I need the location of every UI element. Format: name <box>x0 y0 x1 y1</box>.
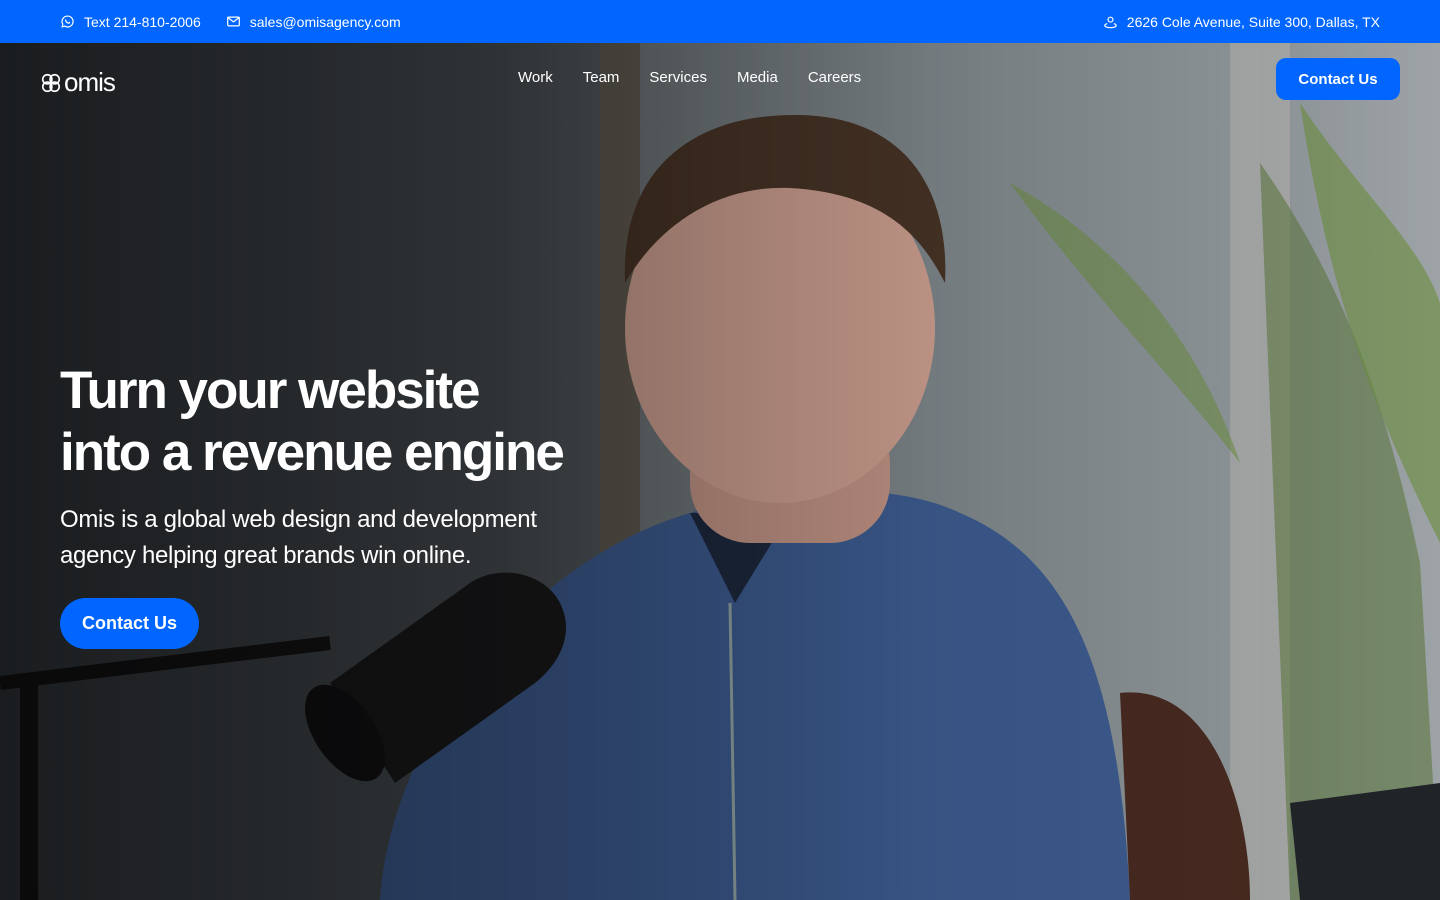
top-info-bar: Text 214-810-2006 sales@omisagency.com 2… <box>0 0 1440 43</box>
brand-name: omis <box>64 67 116 97</box>
hero-title: Turn your website into a revenue engine <box>60 360 620 484</box>
address-text: 2626 Cole Avenue, Suite 300, Dallas, TX <box>1126 13 1380 30</box>
nav-menu: Work Team Services Media Careers <box>503 69 876 86</box>
nav-item-team[interactable]: Team <box>568 69 635 86</box>
nav-item-services[interactable]: Services <box>634 69 722 86</box>
envelope-icon <box>226 16 240 27</box>
phone-contact[interactable]: Text 214-810-2006 <box>60 14 201 30</box>
hero-contact-button[interactable]: Contact Us <box>60 598 199 649</box>
brand-logo[interactable]: omis <box>40 67 116 98</box>
nav-item-careers[interactable]: Careers <box>793 69 876 86</box>
nav-contact-button[interactable]: Contact Us <box>1276 58 1400 100</box>
hero-title-line-1: Turn your website <box>60 361 481 420</box>
hero-subtitle: Omis is a global web design and developm… <box>60 506 537 569</box>
email-text: sales@omisagency.com <box>249 13 401 30</box>
email-contact[interactable]: sales@omisagency.com <box>226 14 401 30</box>
location-pin-icon <box>1103 16 1117 29</box>
chat-bubble-icon <box>61 15 74 28</box>
hero-title-line-2: into a revenue engine <box>60 423 565 482</box>
omis-logo-icon <box>41 73 61 92</box>
phone-text: Text 214-810-2006 <box>84 13 201 30</box>
main-navigation: omis Work Team Services Media Careers Co… <box>0 43 1440 115</box>
nav-item-media[interactable]: Media <box>722 69 793 86</box>
address-contact[interactable]: 2626 Cole Avenue, Suite 300, Dallas, TX <box>1103 14 1380 30</box>
hero-copy: Turn your website into a revenue engine … <box>60 360 620 649</box>
nav-item-work[interactable]: Work <box>503 69 568 86</box>
